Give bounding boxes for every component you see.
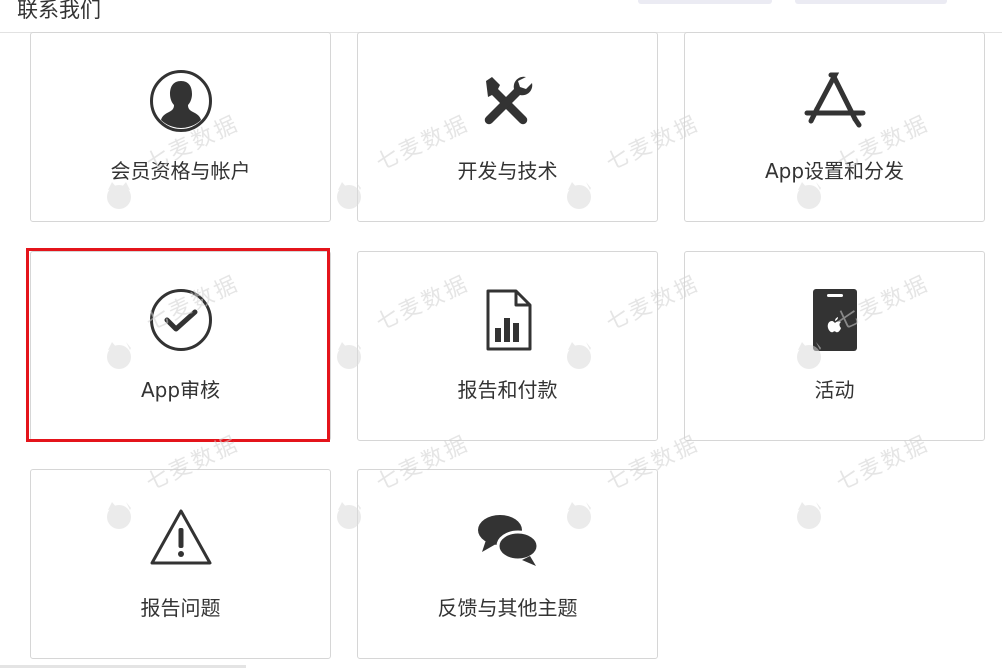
- user-icon: [149, 69, 213, 133]
- card-reports-payments[interactable]: 报告和付款: [357, 251, 658, 441]
- card-report-issue[interactable]: 报告问题: [30, 469, 331, 659]
- card-feedback-other[interactable]: 反馈与其他主题: [357, 469, 658, 659]
- header-tab-fragment[interactable]: [795, 0, 947, 4]
- card-development-technology[interactable]: 开发与技术: [357, 32, 658, 222]
- app-store-icon: [803, 69, 867, 133]
- checkmark-circle-icon: [149, 288, 213, 352]
- warning-icon: [149, 506, 213, 570]
- tools-icon: [476, 69, 540, 133]
- chat-bubbles-icon: [476, 506, 540, 570]
- card-app-setup-distribution[interactable]: App设置和分发: [684, 32, 985, 222]
- card-label: 会员资格与帐户: [110, 159, 251, 183]
- report-chart-icon: [476, 288, 540, 352]
- watermark: 七麦数据: [792, 431, 942, 540]
- card-membership-account[interactable]: 会员资格与帐户: [30, 32, 331, 222]
- card-label: 报告问题: [140, 596, 221, 620]
- apple-badge-icon: [803, 288, 867, 352]
- page-title: 联系我们: [17, 0, 101, 22]
- card-label: 开发与技术: [457, 159, 558, 183]
- card-label: App设置和分发: [764, 159, 905, 183]
- card-label: App审核: [140, 378, 221, 402]
- card-label: 报告和付款: [457, 378, 558, 402]
- header-tab-fragment[interactable]: [638, 0, 772, 4]
- card-label: 活动: [814, 378, 855, 402]
- page-header: 联系我们: [0, 0, 1002, 33]
- contact-us-page: 联系我们 会员资格与帐户 开发与技术 App设置和分发 App审核 报告和付款 …: [0, 0, 1002, 668]
- card-label: 反馈与其他主题: [437, 596, 578, 620]
- card-events[interactable]: 活动: [684, 251, 985, 441]
- card-app-review[interactable]: App审核: [30, 251, 331, 441]
